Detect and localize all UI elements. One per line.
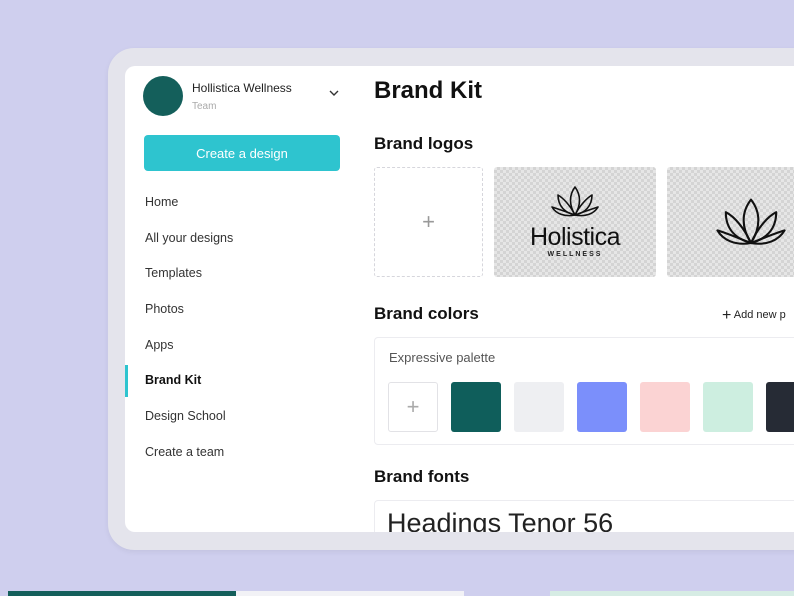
lotus-icon — [551, 186, 599, 217]
app-screen: Hollistica Wellness Team Create a design… — [125, 66, 794, 532]
lotus-icon — [716, 198, 786, 245]
plus-icon: + — [722, 307, 732, 324]
color-swatch[interactable] — [766, 382, 794, 432]
brand-colors-title: Brand colors — [374, 304, 479, 323]
logo-tile-wordmark[interactable]: Holistica WELLNESS — [494, 167, 656, 277]
palette-card: Expressive palette + — [374, 337, 794, 445]
sidebar-item-brand-kit[interactable]: Brand Kit — [125, 363, 357, 399]
sidebar-item-all-designs[interactable]: All your designs — [125, 221, 357, 257]
palette-name: Expressive palette — [389, 350, 496, 365]
logo-wordmark: Holistica — [530, 223, 620, 251]
sidebar-nav: Home All your designs Templates Photos A… — [125, 185, 357, 471]
font-card[interactable]: Headings Tenor 56 — [374, 500, 794, 532]
color-swatch[interactable] — [451, 382, 501, 432]
main-content: Brand Kit Brand logos + Holistica WELLNE… — [374, 66, 794, 532]
logo-tagline: WELLNESS — [547, 251, 603, 258]
add-palette-label: Add new p — [733, 309, 786, 321]
brand-logos-title: Brand logos — [374, 134, 474, 153]
add-logo-button[interactable]: + — [374, 167, 483, 277]
color-swatch[interactable] — [514, 382, 564, 432]
add-palette-button[interactable]: + Add new p — [722, 307, 786, 325]
team-name[interactable]: Hollistica Wellness — [192, 81, 292, 95]
team-avatar[interactable] — [143, 76, 183, 116]
color-swatch[interactable] — [577, 382, 627, 432]
chevron-down-icon[interactable] — [327, 86, 341, 100]
brand-fonts-title: Brand fonts — [374, 467, 470, 486]
color-swatch[interactable] — [703, 382, 753, 432]
sidebar-item-photos[interactable]: Photos — [125, 292, 357, 328]
plus-icon: + — [422, 209, 435, 234]
team-subtitle: Team — [192, 101, 217, 112]
sidebar-item-create-team[interactable]: Create a team — [125, 435, 357, 471]
bottom-strip-light — [236, 591, 464, 596]
bottom-strip-teal — [8, 591, 236, 596]
create-design-button[interactable]: Create a design — [144, 135, 340, 171]
page-title: Brand Kit — [374, 77, 482, 104]
plus-icon: + — [406, 394, 420, 419]
logo-tile-symbol[interactable] — [667, 167, 794, 277]
sidebar-item-templates[interactable]: Templates — [125, 256, 357, 292]
sidebar-item-design-school[interactable]: Design School — [125, 399, 357, 435]
sidebar-item-apps[interactable]: Apps — [125, 328, 357, 364]
bottom-strip-mint — [550, 591, 794, 596]
color-swatch[interactable] — [640, 382, 690, 432]
sidebar: Hollistica Wellness Team Create a design… — [125, 66, 357, 532]
sidebar-item-home[interactable]: Home — [125, 185, 357, 221]
font-sample: Headings Tenor 56 — [387, 508, 614, 532]
add-color-button[interactable]: + — [388, 382, 438, 432]
